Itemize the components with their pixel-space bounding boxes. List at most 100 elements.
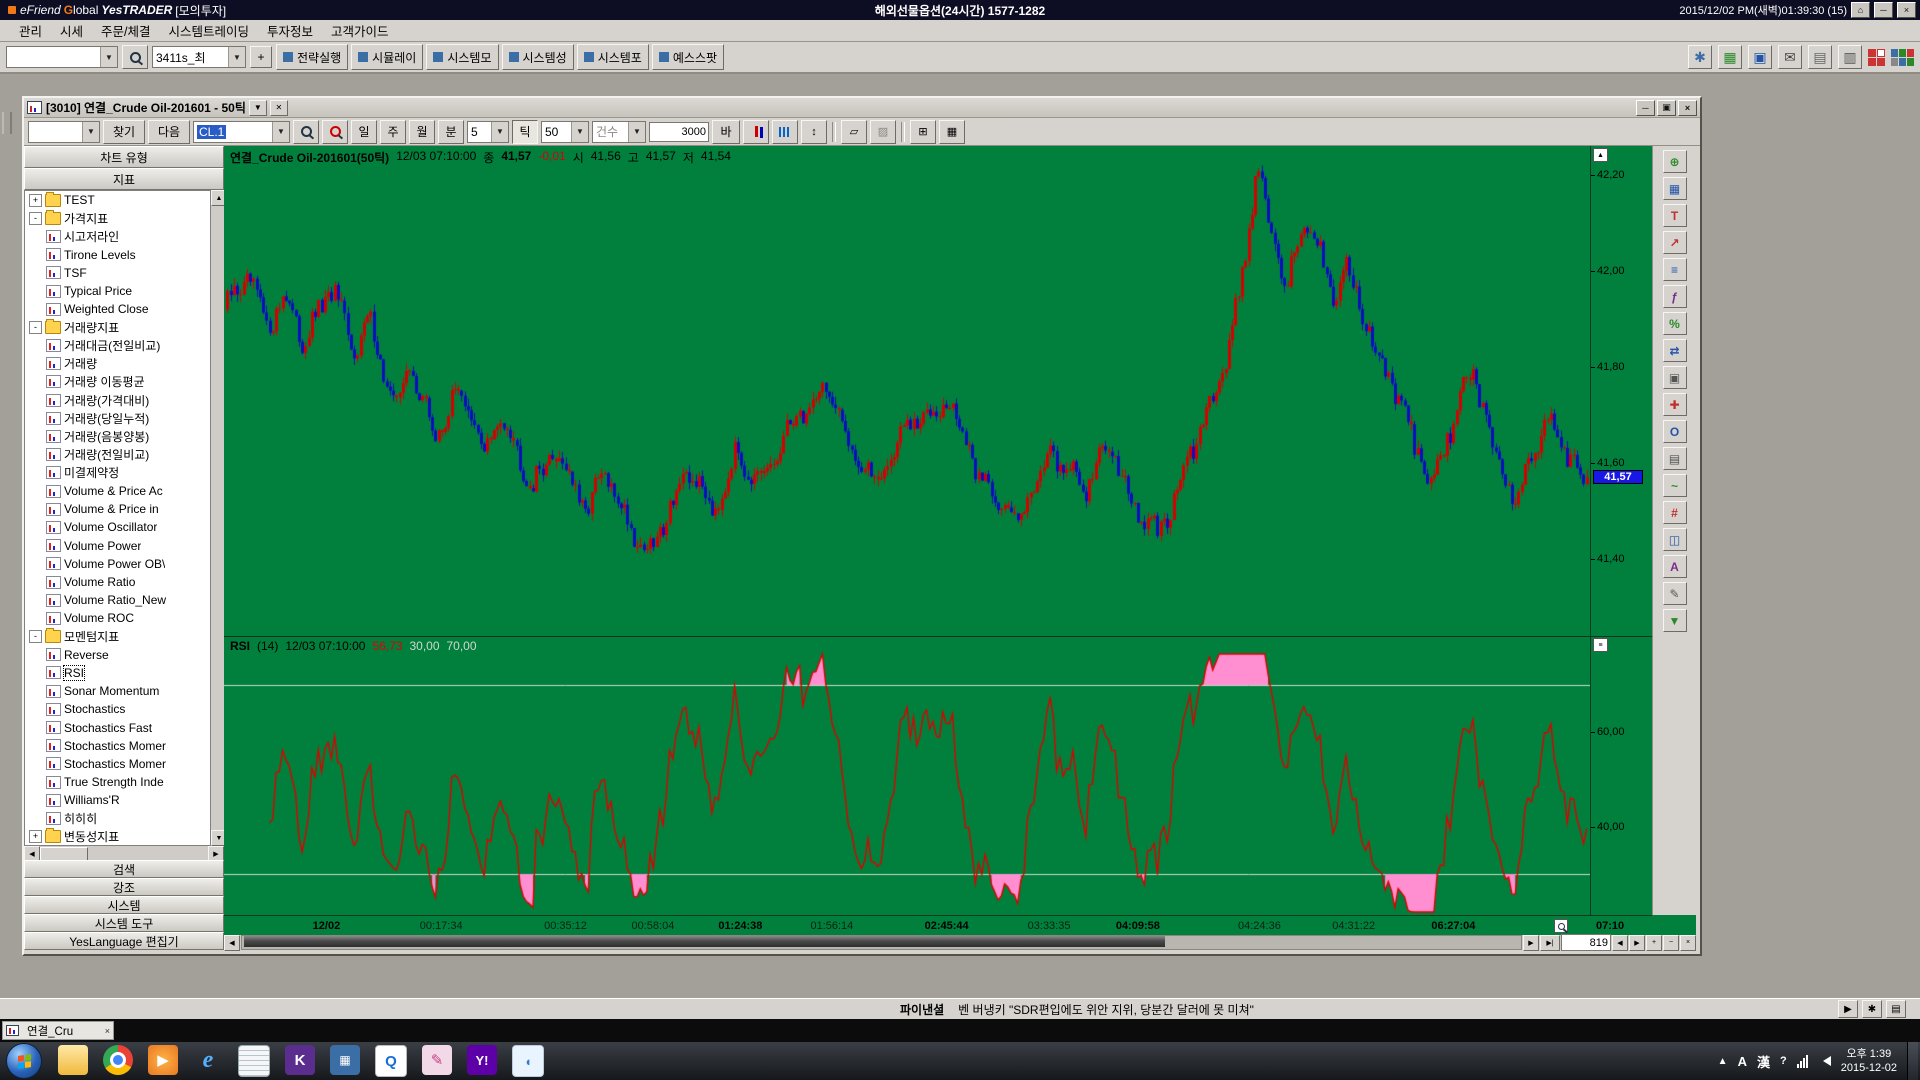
ime-hanja-icon[interactable]: 漢	[1757, 1052, 1770, 1071]
purple-app-icon[interactable]: K	[285, 1045, 315, 1075]
tab-chart-type[interactable]: 차트 유형	[24, 146, 224, 168]
tree-item[interactable]: True Strength Inde	[25, 773, 210, 791]
close-scroll-icon[interactable]: ×	[1680, 935, 1696, 951]
indicator-search-combo[interactable]: ▼	[28, 121, 100, 143]
menu-item[interactable]: 투자정보	[258, 19, 322, 42]
title-close-icon[interactable]: ✕	[270, 100, 288, 116]
news-list-icon[interactable]: ▤	[1886, 1000, 1906, 1018]
monitor-icon[interactable]: ▣	[1748, 45, 1772, 69]
start-button[interactable]	[6, 1043, 42, 1079]
tree-expand-icon[interactable]	[29, 830, 42, 843]
tree-horizontal-scrollbar[interactable]: ◀ ▶	[24, 846, 224, 860]
tray-clock[interactable]: 오후 1:39 2015-12-02	[1841, 1047, 1897, 1076]
panel-icon[interactable]: ▣	[1663, 366, 1687, 389]
wave-tool-icon[interactable]: ~	[1663, 474, 1687, 497]
scrollbar-track[interactable]	[241, 935, 1522, 950]
tree-item[interactable]: TEST	[25, 191, 210, 209]
cross-tool-icon[interactable]: ✚	[1663, 393, 1687, 416]
tree-item[interactable]: 모멘텀지표	[25, 628, 210, 646]
tree-item[interactable]: TSF	[25, 264, 210, 282]
collapse-tool-icon[interactable]: ▼	[1663, 609, 1687, 632]
scrollbar-thumb[interactable]	[244, 936, 1165, 947]
tree-item[interactable]: Volume ROC	[25, 609, 210, 627]
tree-vertical-scrollbar[interactable]: ▲ ▼	[211, 190, 224, 846]
tree-item[interactable]: Volume Ratio	[25, 573, 210, 591]
tick-value-combo[interactable]: 50▼	[541, 121, 589, 143]
zoom-in-button[interactable]	[293, 120, 319, 144]
tree-item[interactable]: 시고저라인	[25, 227, 210, 245]
period-week-button[interactable]: 주	[380, 120, 406, 144]
split-panel-icon[interactable]: ◫	[1663, 528, 1687, 551]
notepad-icon[interactable]	[238, 1045, 270, 1077]
edit-tool-icon[interactable]: ✎	[1663, 582, 1687, 605]
window-maximize-icon[interactable]: ▣	[1657, 100, 1676, 116]
chevron-down-icon[interactable]: ▼	[272, 122, 289, 142]
tree-item[interactable]: 거래대금(전일비교)	[25, 337, 210, 355]
trend-line-icon[interactable]: ↗	[1663, 231, 1687, 254]
menu-item[interactable]: 고객가이드	[322, 19, 398, 42]
period-month-button[interactable]: 월	[409, 120, 435, 144]
zoom-in-icon[interactable]: ⊕	[1663, 150, 1687, 173]
bar-count-input[interactable]	[649, 122, 709, 142]
show-desktop-button[interactable]	[1907, 1042, 1918, 1080]
updown-button[interactable]: ↕	[801, 120, 827, 144]
toolbar-button[interactable]: 시스템포	[577, 44, 649, 70]
sidebar-button[interactable]: YesLanguage 편집기	[24, 932, 224, 950]
count-type-combo[interactable]: 건수▼	[592, 121, 646, 143]
paint-icon[interactable]: ✎	[422, 1045, 452, 1075]
tree-item[interactable]: 거래량 이동평균	[25, 373, 210, 391]
panel-splitter[interactable]	[224, 636, 1652, 637]
tree-item[interactable]: 히히히	[25, 809, 210, 827]
window-minimize-icon[interactable]: ─	[1636, 100, 1655, 116]
network-icon[interactable]	[1797, 1055, 1808, 1068]
tree-item[interactable]: 거래량(전일비교)	[25, 446, 210, 464]
formula-icon[interactable]: ƒ	[1663, 285, 1687, 308]
toolbar-button[interactable]: 전략실행	[276, 44, 348, 70]
minimize-icon[interactable]: ─	[1874, 2, 1893, 18]
title-pin-icon[interactable]: ▼	[249, 100, 267, 116]
chart-icon[interactable]: ▦	[1718, 45, 1742, 69]
tree-item[interactable]: 거래량(음봉양봉)	[25, 427, 210, 445]
taskbar-app-tab[interactable]: 연결_Cru ×	[2, 1021, 114, 1040]
multi-screen-icon[interactable]	[1891, 49, 1914, 66]
sidebar-button[interactable]: 검색	[24, 860, 224, 878]
grid-tool-icon[interactable]: ▦	[1663, 177, 1687, 200]
scroll-right-icon[interactable]: ▶	[1523, 935, 1539, 951]
q-app-icon[interactable]: Q	[375, 1045, 407, 1077]
tree-item[interactable]: Stochastics Momer	[25, 755, 210, 773]
home-icon[interactable]: ⌂	[1851, 2, 1870, 18]
new-chart-button[interactable]: ▱	[841, 120, 867, 144]
rsi-collapse-icon[interactable]: ≡	[1593, 638, 1608, 652]
chevron-down-icon[interactable]: ▼	[82, 122, 99, 142]
close-icon[interactable]: ×	[1897, 2, 1916, 18]
news-settings-icon[interactable]: ✱	[1862, 1000, 1882, 1018]
tree-expand-icon[interactable]	[29, 321, 42, 334]
tree-item[interactable]: 거래량(당일누적)	[25, 409, 210, 427]
add-button[interactable]: +	[250, 46, 272, 68]
go-end-icon[interactable]: ▶|	[1540, 935, 1560, 951]
hline-tool-icon[interactable]: ≡	[1663, 258, 1687, 281]
toolbar-button[interactable]: 예스스팟	[652, 44, 724, 70]
chrome-icon[interactable]	[103, 1045, 133, 1075]
explorer-icon[interactable]	[58, 1045, 88, 1075]
tree-expand-icon[interactable]	[29, 212, 42, 225]
tree-item[interactable]: 미결제약정	[25, 464, 210, 482]
internet-explorer-icon[interactable]: e	[193, 1045, 223, 1075]
window-close-icon[interactable]: ×	[1678, 100, 1697, 116]
next-button[interactable]: 다음	[148, 120, 190, 144]
price-chart-canvas[interactable]	[224, 146, 1590, 915]
percent-tool-icon[interactable]: %	[1663, 312, 1687, 335]
volume-icon[interactable]	[1818, 1056, 1831, 1066]
dock-grip[interactable]	[2, 112, 12, 134]
media-player-icon[interactable]: ▶	[148, 1045, 178, 1075]
chevron-down-icon[interactable]: ▼	[491, 122, 508, 142]
news-play-icon[interactable]: ▶	[1838, 1000, 1858, 1018]
tree-item[interactable]: 거래량	[25, 355, 210, 373]
step-forward-icon[interactable]: ▶	[1629, 935, 1645, 951]
panel-up-icon[interactable]: ▲	[1593, 148, 1608, 162]
tree-item[interactable]: RSI	[25, 664, 210, 682]
list-icon[interactable]: ▤	[1808, 45, 1832, 69]
scrollbar-thumb[interactable]	[40, 847, 88, 861]
period-tick-button[interactable]: 틱	[512, 120, 538, 144]
toolbar-button[interactable]: 시스템성	[502, 44, 574, 70]
